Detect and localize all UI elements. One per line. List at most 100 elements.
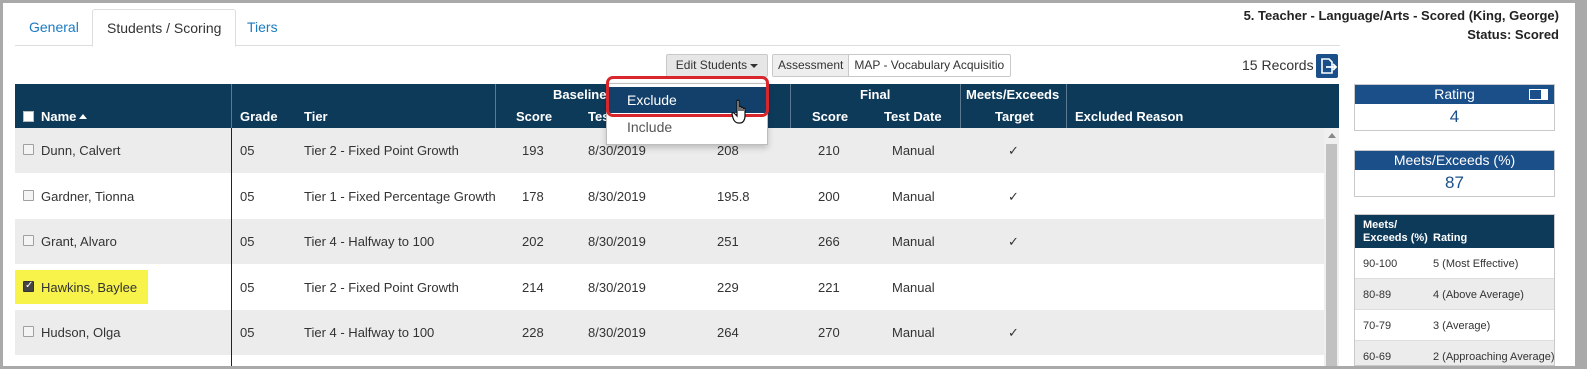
page-header: 5. Teacher - Language/Arts - Scored (Kin… [1244,6,1559,44]
column-final-score[interactable]: Score [812,109,848,124]
row-checkbox[interactable] [23,280,34,292]
baseline-score-cell: 193 [522,143,544,158]
panel-toggle-icon[interactable] [1529,89,1548,100]
header-divider [495,84,496,128]
tab-students-scoring[interactable]: Students / Scoring [92,9,237,47]
legend-row: 80-89 4 (Above Average) [1355,279,1554,310]
legend-header-rating: Rating [1433,232,1468,244]
final-score-cell: 200 [818,188,840,204]
legend-header: Meets/ Exceeds (%) Rating [1355,215,1554,248]
student-name: Hudson, Olga [41,325,121,340]
rating-legend-table: Meets/ Exceeds (%) Rating 90-100 5 (Most … [1354,214,1555,366]
table-row[interactable]: Gardner, Tionna 05 Tier 1 - Fixed Percenta… [15,173,1324,219]
rating-panel-title: Rating [1434,86,1475,102]
tier-cell: Tier 1 - Fixed Percentage Growth [304,188,496,204]
table-row[interactable]: Hawkins, Baylee 05 Tier 2 - Fixed Point Gr… [15,264,1324,310]
tab-bar: General Students / Scoring Tiers [15,9,1340,47]
baseline-date-cell: 8/30/2019 [588,188,646,204]
student-name: Grant, Alvaro [41,234,117,249]
column-grade[interactable]: Grade [240,109,278,124]
final-date-cell: Manual [892,279,935,295]
column-target[interactable]: Target [995,109,1034,124]
assessment-value[interactable]: MAP - Vocabulary Acquisitio [849,55,1010,76]
rating-value: 4 [1449,107,1460,126]
tab-general[interactable]: General [15,9,93,46]
legend-rating: 5 (Most Effective) [1433,258,1519,270]
baseline-score-cell: 202 [522,234,544,249]
row-checkbox[interactable] [23,144,34,155]
meets-exceeds-value: 87 [1445,173,1464,192]
assessment-select[interactable]: Assessment MAP - Vocabulary Acquisitio [772,54,1012,77]
grade-cell: 05 [240,143,255,158]
baseline-score-cell: 214 [522,279,544,295]
export-button[interactable] [1316,54,1338,78]
legend-row: 60-69 2 (Approaching Average) [1355,341,1555,365]
header-divider [231,84,232,128]
legend-row: 70-79 3 (Average) [1355,310,1554,341]
row-checkbox[interactable] [23,189,34,201]
target-score-cell: 264 [717,325,739,340]
baseline-date-cell: 8/30/2019 [588,279,646,295]
header-divider [790,84,791,128]
column-final-test-date[interactable]: Test Date [884,109,942,124]
assessment-label: Assessment [773,55,850,76]
legend-range: 90-100 [1363,258,1398,270]
baseline-date-cell: 8/30/2019 [588,143,646,158]
baseline-date-cell: 8/30/2019 [588,325,646,340]
column-name[interactable]: Name [41,109,88,124]
group-baseline: Baseline [553,87,607,102]
baseline-score-cell: 178 [522,188,544,204]
legend-range: 70-79 [1363,320,1392,332]
baseline-date-cell: 8/30/2019 [588,234,646,249]
legend-header-line: Exceeds (%) [1363,232,1428,244]
records-count: 15 Records [1242,57,1314,73]
grade-cell: 05 [240,279,255,295]
column-baseline-score[interactable]: Score [516,109,552,124]
grade-cell: 05 [240,325,255,340]
table-row[interactable]: Grant, Alvaro 05 Tier 4 - Halfway to 100 20… [15,219,1324,264]
row-checkbox[interactable] [23,326,34,337]
final-date-cell: Manual [892,143,935,158]
column-excluded-reason[interactable]: Excluded Reason [1075,109,1183,124]
legend-row: 90-100 5 (Most Effective) [1355,248,1554,279]
row-checkbox[interactable] [23,235,34,246]
edit-students-button[interactable]: Edit Students [666,54,768,77]
final-score-cell: 221 [818,279,840,295]
tier-cell: Tier 4 - Halfway to 100 [304,325,435,340]
tier-cell: Tier 4 - Halfway to 100 [304,234,435,249]
met-target-cell: ✓ [1008,234,1019,249]
final-score-cell: 210 [818,143,840,158]
final-score-cell: 270 [818,325,840,340]
target-score-cell: 229 [717,279,739,295]
tab-tiers[interactable]: Tiers [233,9,292,46]
grade-cell: 05 [240,188,255,204]
scroll-up-icon[interactable] [1328,133,1336,138]
column-tier[interactable]: Tier [304,109,328,124]
legend-rating: 2 (Approaching Average) [1433,351,1555,363]
rating-panel-header: Rating [1355,85,1554,104]
tier-cell: Tier 2 - Fixed Point Growth [304,143,459,158]
final-date-cell: Manual [892,325,935,340]
hand-cursor-icon [731,99,751,131]
legend-header-line: Meets/ [1363,219,1398,231]
legend-rating: 4 (Above Average) [1433,289,1524,301]
met-target-cell: ✓ [1008,188,1019,204]
header-divider [960,84,961,128]
met-target-cell: ✓ [1008,143,1019,158]
grade-cell: 05 [240,234,255,249]
group-meets-exceeds: Meets/Exceeds [966,87,1060,102]
scrollbar-thumb[interactable] [1326,144,1337,366]
header-divider [1066,84,1067,128]
frozen-column-divider [231,128,232,366]
legend-range: 80-89 [1363,289,1392,301]
select-all-checkbox[interactable] [23,111,34,122]
table-row[interactable]: Hudson, Olga 05 Tier 4 - Halfway to 100 228… [15,310,1324,355]
final-score-cell: 266 [818,234,840,249]
rating-panel: Rating 4 [1354,84,1555,131]
vertical-scrollbar[interactable] [1324,128,1339,366]
student-name: Hawkins, Baylee [41,279,138,295]
page-title: 5. Teacher - Language/Arts - Scored (Kin… [1243,8,1559,23]
export-icon [1321,58,1338,74]
sort-asc-icon [79,114,88,119]
final-date-cell: Manual [892,188,935,204]
